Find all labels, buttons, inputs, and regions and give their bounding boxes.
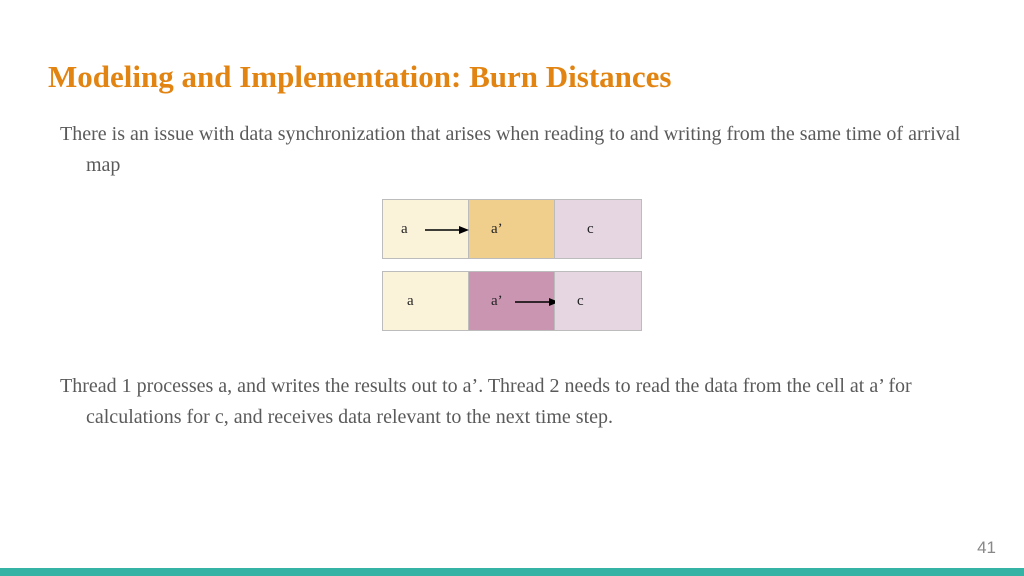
- footer-bar: [0, 568, 1024, 576]
- diagram-row-1: a a’ c: [382, 199, 642, 259]
- cell-r2-b: a’: [469, 272, 555, 330]
- cell-label: a’: [491, 293, 503, 310]
- cell-r1-a: a: [383, 200, 469, 258]
- slide: Modeling and Implementation: Burn Distan…: [0, 0, 1024, 576]
- cell-label: c: [587, 221, 594, 238]
- cell-r1-c: c: [555, 200, 641, 258]
- cell-r2-c: c: [555, 272, 641, 330]
- arrow-icon: [425, 226, 469, 234]
- cell-label: c: [577, 293, 584, 310]
- paragraph-2: Thread 1 processes a, and writes the res…: [26, 357, 1024, 433]
- cell-r1-b: a’: [469, 200, 555, 258]
- cell-label: a: [407, 293, 414, 310]
- cell-label: a’: [491, 221, 503, 238]
- cell-r2-a: a: [383, 272, 469, 330]
- page-number: 41: [977, 538, 996, 558]
- arrow-icon: [515, 298, 559, 306]
- diagram-row-2: a a’ c: [382, 271, 642, 331]
- paragraph-1: There is an issue with data synchronizat…: [26, 105, 1024, 181]
- cell-label: a: [401, 221, 408, 238]
- diagram: a a’ c a a’: [0, 199, 1024, 331]
- slide-title: Modeling and Implementation: Burn Distan…: [0, 0, 1024, 105]
